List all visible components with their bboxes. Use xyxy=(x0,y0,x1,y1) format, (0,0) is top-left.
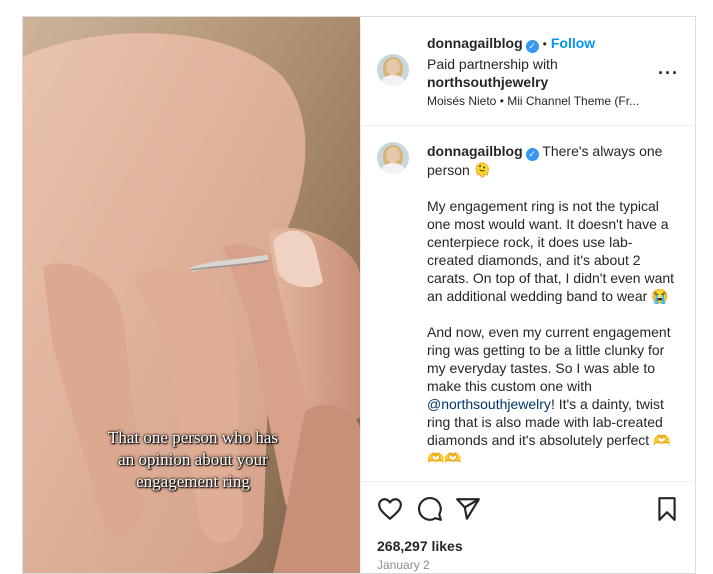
follow-button[interactable]: Follow xyxy=(551,35,595,51)
caption-avatar[interactable] xyxy=(377,142,409,174)
comment-icon[interactable] xyxy=(417,496,443,522)
video-caption-overlay: That one person who has an opinion about… xyxy=(108,428,278,491)
post-sidebar: donnagailblog ✓ • Follow Paid partnership w… xyxy=(360,17,696,573)
caption-username[interactable]: donnagailblog xyxy=(427,143,523,159)
caption-area: donnagailblog ✓ There's always one person… xyxy=(361,126,696,481)
audio-attribution[interactable]: Moisés Nieto • Mii Channel Theme (Fr... xyxy=(427,94,667,108)
caption-paragraph-1: My engagement ring is not the typical on… xyxy=(427,198,678,304)
action-bar: 268,297 likes January 2 xyxy=(361,481,696,574)
post-date[interactable]: January 2 xyxy=(377,558,430,572)
author-username[interactable]: donnagailblog xyxy=(427,35,523,51)
mention-link[interactable]: @northsouthjewelry xyxy=(427,396,551,412)
instagram-post: That one person who has an opinion about… xyxy=(22,16,696,574)
bookmark-icon[interactable] xyxy=(654,496,680,522)
post-media[interactable]: That one person who has an opinion about… xyxy=(23,17,360,573)
header-user-line: donnagailblog ✓ • Follow xyxy=(427,35,595,53)
share-icon[interactable] xyxy=(455,496,481,522)
separator-dot: • xyxy=(542,37,547,51)
partner-link[interactable]: northsouthjewelry xyxy=(427,74,548,90)
post-header: donnagailblog ✓ • Follow Paid partnership w… xyxy=(361,17,696,126)
avatar[interactable] xyxy=(377,54,409,86)
likes-count[interactable]: 268,297 likes xyxy=(377,538,463,554)
caption-verified-icon: ✓ xyxy=(525,148,539,161)
more-options-icon[interactable]: ··· xyxy=(658,63,679,84)
heart-icon[interactable] xyxy=(377,496,403,522)
caption-paragraph-2-start: And now, even my current engagement ring… xyxy=(427,324,675,394)
verified-badge-icon: ✓ xyxy=(525,40,539,53)
paid-partnership-label: Paid partnership with xyxy=(427,56,558,72)
caption-text: donnagailblog ✓ There's always one person… xyxy=(427,142,677,481)
